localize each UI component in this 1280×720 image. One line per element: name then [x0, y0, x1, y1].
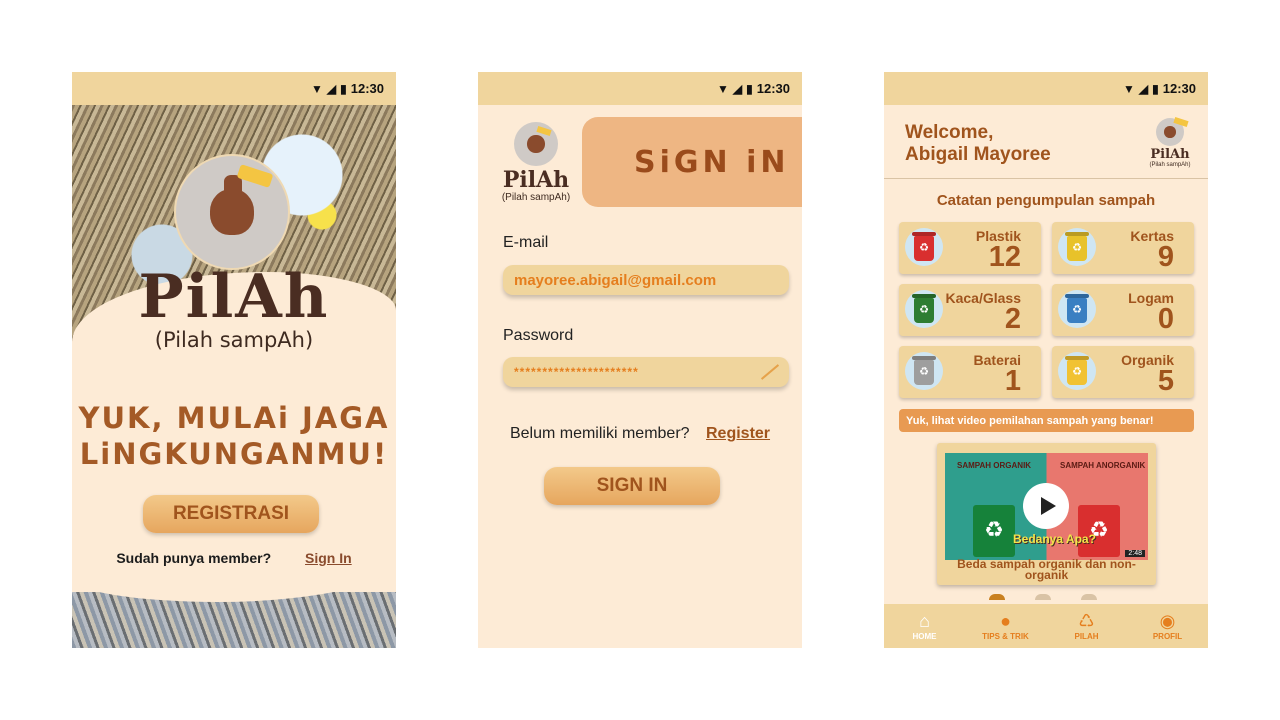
thumb-header-organik: SAMPAH ORGANIK [957, 461, 1032, 470]
wifi-icon: ▼ [1123, 81, 1135, 96]
category-count: 0 [1157, 303, 1174, 335]
status-bar: ▼ ◢ ▮ 12:30 [478, 72, 802, 105]
category-count: 1 [1004, 365, 1021, 397]
video-card[interactable]: SAMPAH ORGANIK SAMPAH ANORGANIK Bedanya … [937, 443, 1156, 585]
signin-link[interactable]: Sign In [305, 550, 352, 566]
nav-label: TIPS & TRIK [982, 631, 1029, 641]
signin-screen: ▼ ◢ ▮ 12:30 PilAh (Pilah sampAh) SiGN iN… [478, 72, 802, 648]
logo-trash-bag-icon [174, 154, 290, 270]
register-link[interactable]: Register [706, 425, 770, 442]
category-count: 2 [1004, 303, 1021, 335]
logo-brand: PilAh [1150, 147, 1190, 162]
welcome-greeting: Welcome, [905, 122, 994, 143]
eye-off-icon[interactable] [759, 362, 779, 382]
recycle-icon: ♺ [1078, 610, 1095, 631]
wifi-icon: ▼ [717, 81, 729, 96]
tagline-line-1: YUK, MULAi JAGA [78, 401, 390, 435]
brand-subtitle: (Pilah sampAh) [154, 328, 314, 352]
register-prompt: Belum memiliki member? Register [478, 425, 802, 443]
email-field[interactable]: mayoree.abigail@gmail.com [503, 265, 789, 295]
section-title: Catatan pengumpulan sampah [936, 192, 1156, 209]
carousel-dots[interactable] [989, 594, 1097, 600]
category-count: 5 [1157, 365, 1174, 397]
thumb-overlay-text: Bedanya Apa? [1013, 532, 1096, 546]
status-bar: ▼ ◢ ▮ 12:30 [72, 72, 396, 105]
welcome-text: Welcome, Abigail Mayoree [905, 122, 1051, 166]
trash-bin-icon [1058, 228, 1096, 266]
trash-bin-icon [905, 290, 943, 328]
thumb-header-anorganik: SAMPAH ANORGANIK [1060, 461, 1146, 470]
nav-pilah[interactable]: ♺ PILAH [1052, 612, 1122, 641]
register-button[interactable]: REGISTRASI [143, 495, 319, 533]
status-bar: ▼ ◢ ▮ 12:30 [884, 72, 1208, 105]
wifi-icon: ▼ [311, 81, 323, 96]
nav-home[interactable]: ⌂ HOME [890, 612, 960, 641]
divider [884, 178, 1208, 179]
green-bin-icon [973, 505, 1015, 557]
member-question: Belum memiliki member? [509, 425, 690, 442]
status-time: 12:30 [1162, 81, 1196, 96]
logo-subtitle: (Pilah sampAh) [501, 192, 571, 203]
tagline: YUK, MULAi JAGA LiNGKUNGANMU! [72, 400, 396, 472]
category-count: 9 [1157, 241, 1174, 273]
status-time: 12:30 [756, 81, 790, 96]
video-duration: 2:48 [1125, 550, 1145, 557]
profile-icon: ◉ [1159, 610, 1176, 631]
trash-bin-icon [1058, 290, 1096, 328]
category-card-logam[interactable]: Logam 0 [1052, 284, 1194, 336]
signin-button[interactable]: SIGN IN [544, 467, 720, 505]
splash-screen: ▼ ◢ ▮ 12:30 PilAh (Pilah sampAh) YUK, MU… [72, 72, 396, 648]
signin-heading: SiGN iN [582, 117, 802, 207]
logo-brand: PilAh [502, 167, 570, 193]
bottom-nav: ⌂ HOME ● TIPS & TRIK ♺ PILAH ◉ PROFIL [884, 604, 1208, 648]
nav-tips[interactable]: ● TIPS & TRIK [971, 612, 1041, 641]
signin-prompt: Sudah punya member? Sign In [72, 550, 396, 566]
password-field[interactable]: ********************** [503, 357, 789, 387]
category-card-plastik[interactable]: Plastik 12 [899, 222, 1041, 274]
tagline-line-2: LiNGKUNGANMU! [79, 437, 389, 471]
battery-icon: ▮ [340, 81, 347, 96]
nav-profil[interactable]: ◉ PROFIL [1133, 612, 1203, 641]
email-label: E-mail [503, 234, 549, 251]
nav-label: PROFIL [1152, 631, 1183, 641]
logo-subtitle: (Pilah sampAh) [1149, 162, 1191, 168]
signal-icon: ◢ [326, 81, 337, 96]
user-name: Abigail Mayoree [905, 144, 1051, 165]
nav-label: HOME [912, 631, 937, 641]
status-time: 12:30 [350, 81, 384, 96]
member-question: Sudah punya member? [116, 550, 272, 566]
red-bin-icon [1078, 505, 1120, 557]
video-banner[interactable]: Yuk, lihat video pemilahan sampah yang b… [899, 409, 1194, 432]
category-card-kertas[interactable]: Kertas 9 [1052, 222, 1194, 274]
home-icon: ⌂ [919, 610, 930, 631]
password-label: Password [503, 327, 574, 344]
trash-bin-icon [905, 228, 943, 266]
battery-icon: ▮ [746, 81, 753, 96]
home-screen: ▼ ◢ ▮ 12:30 Welcome, Abigail Mayoree Pil… [884, 72, 1208, 648]
category-card-kaca[interactable]: Kaca/Glass 2 [899, 284, 1041, 336]
trash-bag-icon [1156, 118, 1184, 146]
video-thumbnail[interactable]: SAMPAH ORGANIK SAMPAH ANORGANIK Bedanya … [945, 453, 1148, 560]
trash-bin-icon [1058, 352, 1096, 390]
category-card-organik[interactable]: Organik 5 [1052, 346, 1194, 398]
nav-label: PILAH [1074, 631, 1099, 641]
bulb-icon: ● [1000, 610, 1011, 631]
category-count: 12 [988, 241, 1021, 273]
battery-icon: ▮ [1152, 81, 1159, 96]
password-value: ********************** [514, 365, 639, 379]
signal-icon: ◢ [732, 81, 743, 96]
play-icon[interactable] [1023, 483, 1069, 529]
trash-bag-icon [514, 122, 558, 166]
category-card-baterai[interactable]: Baterai 1 [899, 346, 1041, 398]
video-title: Beda sampah organik dan non-organik [957, 557, 1136, 582]
brand-title: PilAh [138, 262, 330, 332]
trash-bin-icon [905, 352, 943, 390]
signal-icon: ◢ [1138, 81, 1149, 96]
app-logo: PilAh (Pilah sampAh) [494, 122, 578, 203]
app-logo: PilAh (Pilah sampAh) [1146, 118, 1194, 168]
